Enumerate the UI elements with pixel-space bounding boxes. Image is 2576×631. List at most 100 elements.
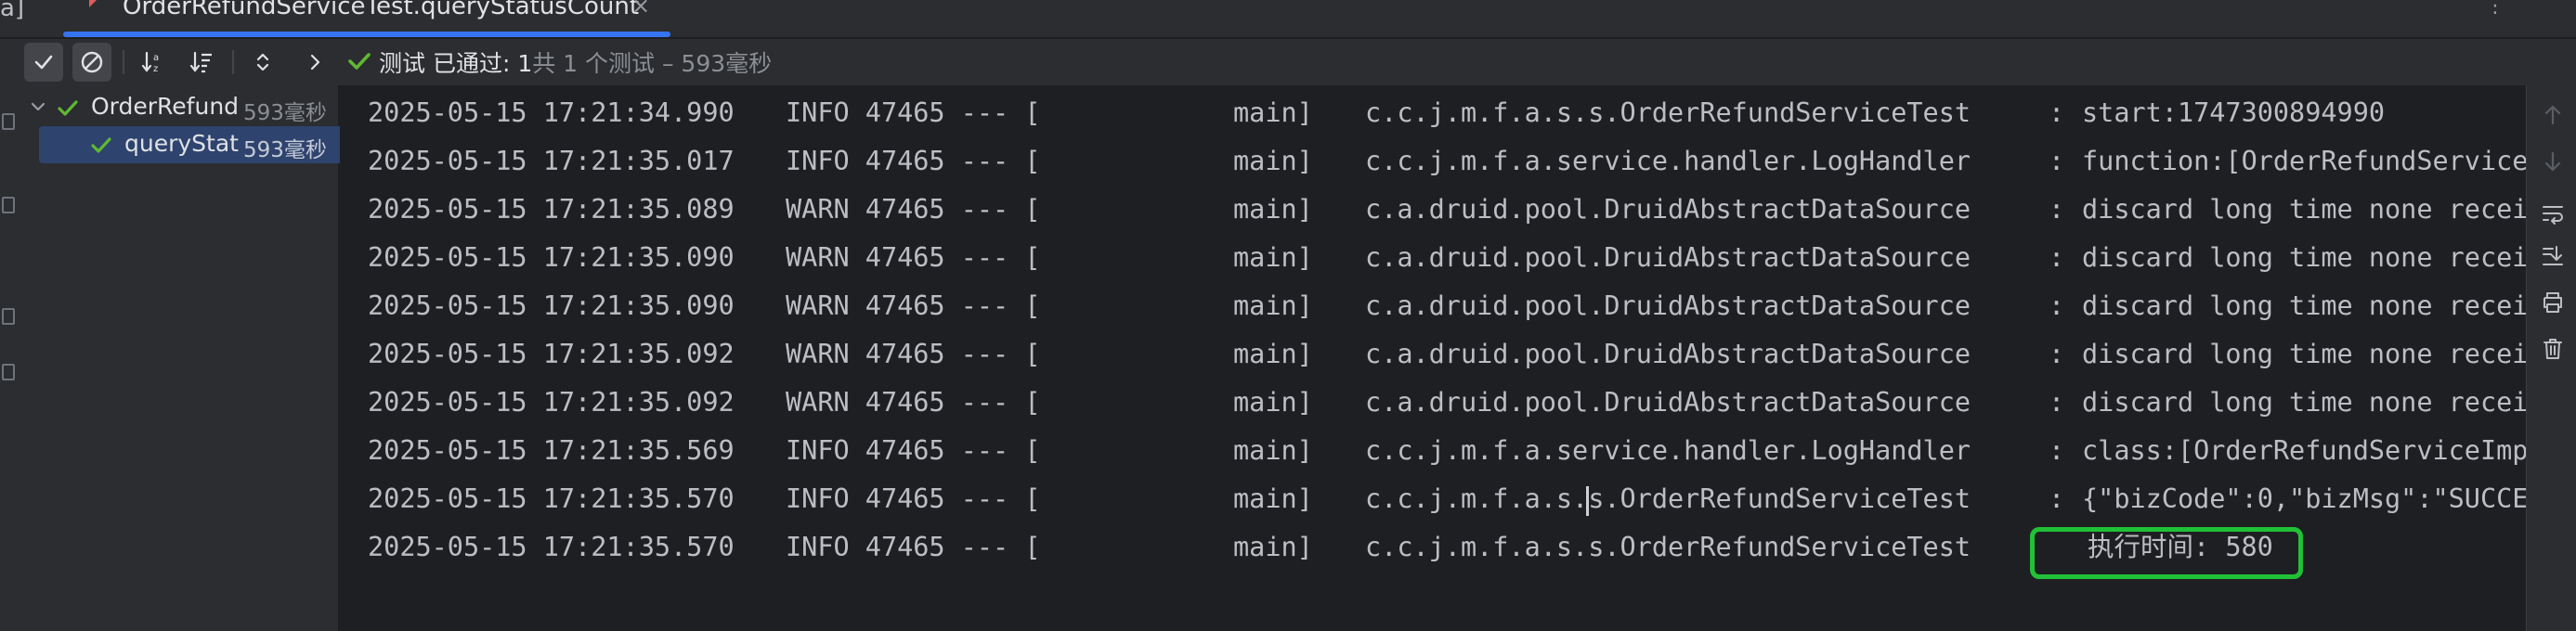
log-separator: : [2049, 483, 2065, 514]
log-logger: c.c.j.m.f.a.s.s.OrderRefundServiceTest [1365, 483, 1971, 514]
log-line: 2025-05-15 17:21:35.092 WARN 47465 --- [… [368, 336, 2526, 373]
log-separator: : [2049, 194, 2065, 225]
more-options-icon[interactable]: ⋮ [2485, 0, 2505, 18]
log-level: INFO 47465 --- [ [786, 146, 1041, 176]
toolbar-separator [123, 50, 124, 74]
test-run-icon [89, 0, 97, 7]
log-message: start:1747300894990 [2082, 97, 2386, 128]
log-timestamp: 2025-05-15 17:21:34.990 [368, 97, 735, 128]
trash-icon[interactable] [2540, 336, 2566, 362]
log-level: WARN 47465 --- [ [786, 339, 1041, 369]
tab-title: OrderRefundServiceTest.queryStatusCount [123, 0, 640, 20]
print-icon[interactable] [2540, 290, 2566, 316]
expand-collapse-button[interactable] [243, 43, 282, 82]
log-logger: c.a.druid.pool.DruidAbstractDataSource [1365, 387, 1971, 418]
log-level: WARN 47465 --- [ [786, 387, 1041, 418]
sort-duration-icon [189, 51, 212, 73]
log-separator: : [2049, 387, 2065, 418]
arrow-up-icon[interactable] [2540, 102, 2566, 128]
log-separator: : [2049, 242, 2065, 273]
next-button[interactable] [295, 43, 334, 82]
arrow-down-icon[interactable] [2540, 148, 2566, 174]
log-message: discard long time none receiv [2082, 290, 2526, 321]
edge-tool-icon[interactable] [2, 364, 15, 380]
log-logger: c.c.j.m.f.a.service.handler.LogHandler [1365, 435, 1971, 466]
log-thread: main] [1233, 97, 1313, 128]
log-level: INFO 47465 --- [ [786, 532, 1041, 562]
log-thread: main] [1233, 290, 1313, 321]
console-output[interactable]: 2025-05-15 17:21:34.990 INFO 47465 --- [… [340, 85, 2526, 631]
log-level: INFO 47465 --- [ [786, 97, 1041, 128]
status-detail: 共 1 个测试 – 593毫秒 [532, 50, 773, 77]
tree-item-test-method[interactable]: queryStat 593毫秒 [19, 126, 355, 163]
log-logger: c.c.j.m.f.a.service.handler.LogHandler [1365, 146, 1971, 176]
log-timestamp: 2025-05-15 17:21:35.090 [368, 242, 735, 273]
expand-collapse-icon [256, 53, 269, 71]
log-level: WARN 47465 --- [ [786, 194, 1041, 225]
show-ignored-button[interactable] [72, 43, 111, 82]
check-icon [34, 55, 53, 70]
log-line: 2025-05-15 17:21:34.990 INFO 47465 --- [… [368, 95, 2526, 132]
edge-tool-icon[interactable] [2, 113, 15, 130]
log-line: 2025-05-15 17:21:35.017 INFO 47465 --- [… [368, 143, 2526, 180]
run-tab[interactable]: OrderRefundServiceTest.queryStatusCount … [63, 0, 670, 37]
log-message: {"bizCode":0,"bizMsg":"SUCCES [2082, 483, 2526, 514]
log-message: function:[OrderRefundServiceI [2082, 146, 2526, 176]
log-line: 2025-05-15 17:21:35.569 INFO 47465 --- [… [368, 432, 2526, 470]
log-line: 2025-05-15 17:21:35.092 WARN 47465 --- [… [368, 384, 2526, 421]
log-thread: main] [1233, 146, 1313, 176]
run-tab-bar: a] OrderRefundServiceTest.queryStatusCou… [0, 0, 2576, 39]
status-main: 测试 已通过: 1 [379, 50, 533, 77]
log-thread: main] [1233, 435, 1313, 466]
log-thread: main] [1233, 194, 1313, 225]
log-level: INFO 47465 --- [ [786, 435, 1041, 466]
tree-item-test-class[interactable]: OrderRefund 593毫秒 [19, 89, 338, 126]
log-level: INFO 47465 --- [ [786, 483, 1041, 514]
sort-by-duration-button[interactable] [182, 43, 221, 82]
test-toolbar: a z 测试 已通过: 1共 1 个测试 – 593毫秒 [0, 39, 2576, 85]
run-tool-window: a] OrderRefundServiceTest.queryStatusCou… [0, 0, 2576, 631]
log-timestamp: 2025-05-15 17:21:35.090 [368, 290, 735, 321]
left-tab-fragment[interactable]: a] [0, 0, 24, 22]
check-icon [348, 53, 371, 70]
chevron-down-icon[interactable] [28, 97, 48, 117]
log-message: discard long time none receiv [2082, 194, 2526, 225]
svg-text:z: z [153, 64, 158, 74]
edge-tool-icon[interactable] [2, 197, 15, 213]
log-thread: main] [1233, 532, 1313, 562]
log-line: 2025-05-15 17:21:35.570 INFO 47465 --- [… [368, 481, 2526, 518]
log-logger: c.a.druid.pool.DruidAbstractDataSource [1365, 339, 1971, 369]
log-level: WARN 47465 --- [ [786, 242, 1041, 273]
log-logger: c.a.druid.pool.DruidAbstractDataSource [1365, 194, 1971, 225]
log-timestamp: 2025-05-15 17:21:35.570 [368, 532, 735, 562]
chevron-right-icon [310, 54, 320, 71]
sort-alphabetically-button[interactable]: a z [134, 43, 173, 82]
log-logger: c.c.j.m.f.a.s.s.OrderRefundServiceTest [1365, 97, 1971, 128]
test-tree: OrderRefund 593毫秒 queryStat 593毫秒 [19, 85, 355, 631]
log-timestamp: 2025-05-15 17:21:35.569 [368, 435, 735, 466]
log-line: 2025-05-15 17:21:35.089 WARN 47465 --- [… [368, 191, 2526, 228]
tree-item-label: OrderRefund [91, 93, 240, 120]
log-thread: main] [1233, 339, 1313, 369]
scroll-to-end-icon[interactable] [2540, 243, 2566, 269]
log-line: 2025-05-15 17:21:35.090 WARN 47465 --- [… [368, 239, 2526, 277]
svg-text:a: a [153, 53, 159, 63]
log-timestamp: 2025-05-15 17:21:35.092 [368, 387, 735, 418]
log-separator: : [2049, 339, 2065, 369]
log-logger: c.a.druid.pool.DruidAbstractDataSource [1365, 290, 1971, 321]
log-message: discard long time none receiv [2082, 339, 2526, 369]
log-logger: c.c.j.m.f.a.s.s.OrderRefundServiceTest [1365, 532, 1971, 562]
edge-tool-icon[interactable] [2, 308, 15, 325]
soft-wrap-icon[interactable] [2540, 200, 2566, 226]
log-thread: main] [1233, 387, 1313, 418]
highlight-annotation [2030, 527, 2303, 579]
toolbar-separator [232, 50, 234, 74]
log-logger: c.a.druid.pool.DruidAbstractDataSource [1365, 242, 1971, 273]
log-timestamp: 2025-05-15 17:21:35.570 [368, 483, 735, 514]
check-icon [58, 100, 78, 116]
show-passed-button[interactable] [24, 43, 63, 82]
log-separator: : [2049, 290, 2065, 321]
test-status-summary: 测试 已通过: 1共 1 个测试 – 593毫秒 [379, 45, 772, 79]
console-actions-strip [2526, 85, 2576, 631]
tab-close-icon[interactable]: × [631, 0, 650, 19]
